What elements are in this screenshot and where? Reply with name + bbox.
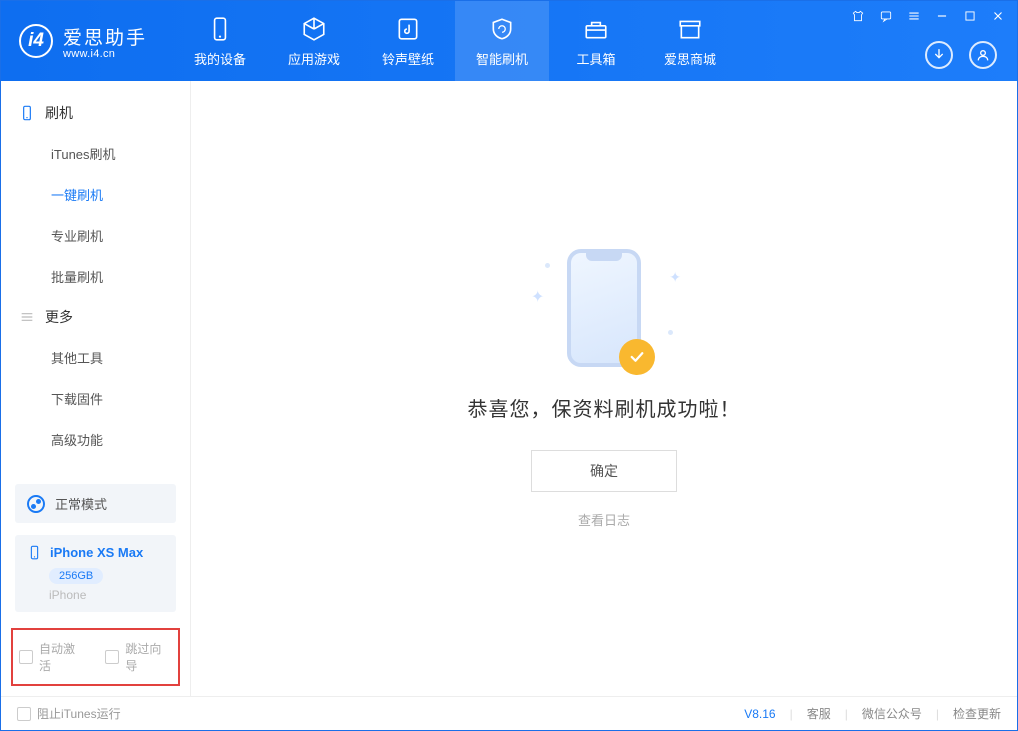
- feedback-icon[interactable]: [877, 7, 895, 25]
- maximize-button[interactable]: [961, 7, 979, 25]
- tab-label: 应用游戏: [288, 49, 340, 68]
- app-window: i4 爱思助手 www.i4.cn 我的设备 应用游戏 铃声壁纸 智能刷机: [0, 0, 1018, 731]
- music-file-icon: [395, 16, 421, 42]
- close-button[interactable]: [989, 7, 1007, 25]
- minimize-button[interactable]: [933, 7, 951, 25]
- success-illustration: ✦ ✦: [567, 249, 641, 367]
- nav-tabs: 我的设备 应用游戏 铃声壁纸 智能刷机 工具箱 爱思商城: [173, 1, 737, 81]
- sidebar-section-flash: 刷机: [1, 93, 190, 133]
- tab-label: 铃声壁纸: [382, 49, 434, 68]
- tab-ringtone-wallpaper[interactable]: 铃声壁纸: [361, 1, 455, 81]
- sidebar-item-batch-flash[interactable]: 批量刷机: [1, 256, 190, 297]
- mode-icon: [27, 495, 45, 513]
- sparkle-icon: ✦: [531, 287, 544, 307]
- device-icon: [207, 16, 233, 42]
- device-storage: 256GB: [49, 568, 103, 584]
- window-controls: [849, 7, 1007, 25]
- refresh-shield-icon: [489, 16, 515, 42]
- wechat-link[interactable]: 微信公众号: [862, 705, 922, 722]
- logo-area: i4 爱思助手 www.i4.cn: [1, 23, 165, 60]
- menu-icon[interactable]: [905, 7, 923, 25]
- dot-icon: [668, 330, 673, 335]
- sidebar-item-pro-flash[interactable]: 专业刷机: [1, 215, 190, 256]
- sidebar-item-advanced[interactable]: 高级功能: [1, 419, 190, 460]
- success-message: 恭喜您，保资料刷机成功啦！: [468, 393, 741, 422]
- check-update-link[interactable]: 检查更新: [953, 705, 1001, 722]
- sidebar: 刷机 iTunes刷机 一键刷机 专业刷机 批量刷机 更多 其他工具 下载固件 …: [1, 81, 191, 696]
- skip-guide-label: 跳过向导: [125, 640, 172, 674]
- sidebar-item-download-fw[interactable]: 下载固件: [1, 378, 190, 419]
- download-icon: [931, 47, 947, 63]
- section-label: 刷机: [45, 103, 73, 123]
- device-phone-icon: [27, 545, 42, 560]
- list-icon: [19, 309, 35, 325]
- status-bar: 阻止iTunes运行 V8.16 | 客服 | 微信公众号 | 检查更新: [1, 696, 1017, 730]
- mode-indicator[interactable]: 正常模式: [15, 484, 176, 523]
- tab-label: 爱思商城: [664, 49, 716, 68]
- dot-icon: [545, 263, 550, 268]
- tab-toolbox[interactable]: 工具箱: [549, 1, 643, 81]
- logo-text: 爱思助手 www.i4.cn: [63, 23, 147, 60]
- brand-name: 爱思助手: [63, 23, 147, 50]
- checkbox-auto-activate[interactable]: [19, 650, 33, 664]
- account-icons: [925, 41, 997, 69]
- download-button[interactable]: [925, 41, 953, 69]
- user-button[interactable]: [969, 41, 997, 69]
- sidebar-item-itunes-flash[interactable]: iTunes刷机: [1, 133, 190, 174]
- tab-store[interactable]: 爱思商城: [643, 1, 737, 81]
- main-content: ✦ ✦ 恭喜您，保资料刷机成功啦！ 确定 查看日志: [191, 81, 1017, 696]
- device-name: iPhone XS Max: [50, 545, 143, 560]
- shirt-icon[interactable]: [849, 7, 867, 25]
- body: 刷机 iTunes刷机 一键刷机 专业刷机 批量刷机 更多 其他工具 下载固件 …: [1, 81, 1017, 696]
- tab-label: 我的设备: [194, 49, 246, 68]
- view-log-link[interactable]: 查看日志: [578, 510, 630, 529]
- checkbox-skip-guide[interactable]: [105, 650, 119, 664]
- confirm-button[interactable]: 确定: [531, 450, 677, 492]
- tab-label: 智能刷机: [476, 49, 528, 68]
- support-link[interactable]: 客服: [807, 705, 831, 722]
- header-bar: i4 爱思助手 www.i4.cn 我的设备 应用游戏 铃声壁纸 智能刷机: [1, 1, 1017, 81]
- checkbox-block-itunes[interactable]: [17, 707, 31, 721]
- sidebar-item-other-tools[interactable]: 其他工具: [1, 337, 190, 378]
- device-type: iPhone: [49, 588, 164, 602]
- check-badge-icon: [619, 339, 655, 375]
- logo-icon: i4: [19, 24, 53, 58]
- cube-icon: [301, 16, 327, 42]
- section-label: 更多: [45, 307, 73, 327]
- sidebar-item-oneclick-flash[interactable]: 一键刷机: [1, 174, 190, 215]
- tab-apps-games[interactable]: 应用游戏: [267, 1, 361, 81]
- phone-icon: [19, 105, 35, 121]
- user-icon: [975, 47, 991, 63]
- sidebar-section-more: 更多: [1, 297, 190, 337]
- tab-smart-flash[interactable]: 智能刷机: [455, 1, 549, 81]
- store-icon: [677, 16, 703, 42]
- flash-options-highlight: 自动激活 跳过向导: [11, 628, 180, 686]
- auto-activate-label: 自动激活: [39, 640, 86, 674]
- mode-label: 正常模式: [55, 494, 107, 513]
- sparkle-icon: ✦: [669, 269, 681, 286]
- tab-my-device[interactable]: 我的设备: [173, 1, 267, 81]
- version-label: V8.16: [744, 707, 775, 721]
- device-panel[interactable]: iPhone XS Max 256GB iPhone: [15, 535, 176, 612]
- tab-label: 工具箱: [577, 49, 616, 68]
- toolbox-icon: [583, 16, 609, 42]
- block-itunes-label: 阻止iTunes运行: [37, 705, 121, 722]
